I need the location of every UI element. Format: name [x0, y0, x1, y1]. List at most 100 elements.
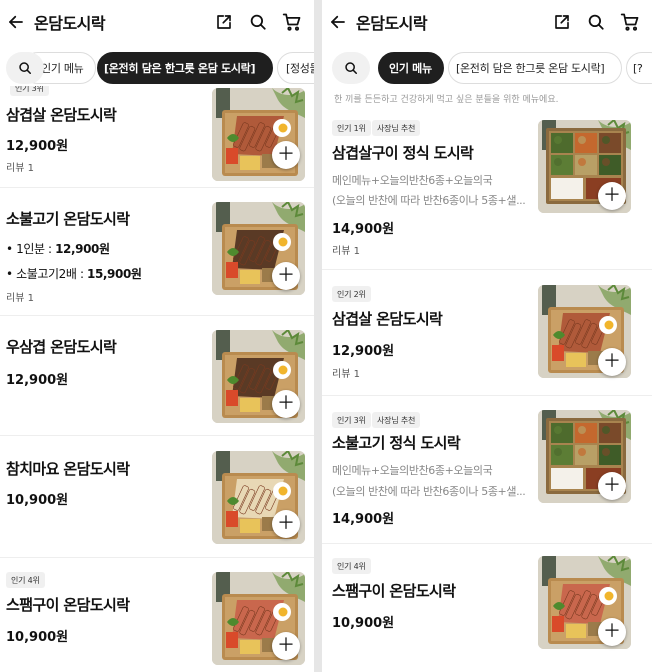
option-price: 12,900원 [55, 242, 110, 256]
menu-item[interactable]: 참치마요 온담도시락 10,900원 ＋ [0, 436, 314, 558]
plus-icon: ＋ [603, 351, 621, 372]
left-screen: 인기 3위 삼겹살 온담도시락 12,900원 리뷰 1 ＋ 소불고기 온담도시… [0, 0, 314, 672]
back-button[interactable] [324, 8, 352, 36]
menu-item-review-count: 리뷰 1 [332, 246, 360, 257]
search-icon [19, 62, 32, 75]
menu-item-name: 스팸구이 온담도시락 [332, 582, 456, 600]
plus-icon: ＋ [277, 144, 295, 165]
menu-item[interactable]: 삼겹살 온담도시락 12,900원 리뷰 1 ＋ [0, 88, 314, 188]
tab-next-category[interactable]: [? [626, 52, 652, 84]
menu-item-price: 14,900원 [332, 512, 395, 527]
menu-item-review-count: 리뷰 1 [6, 163, 34, 174]
screen-divider [314, 0, 322, 672]
search-button[interactable] [582, 8, 610, 36]
plus-icon: ＋ [603, 621, 621, 642]
menu-item-option: • 1인분 : 12,900원 [6, 240, 110, 257]
menu-item-description: 메인메뉴+오늘의반찬6종+오늘의국 [332, 174, 493, 187]
menu-item-price: 12,900원 [332, 344, 395, 359]
top-app-bar: 온담도시락 [322, 0, 652, 44]
plus-icon: ＋ [277, 635, 295, 656]
share-button[interactable] [548, 8, 576, 36]
popularity-badge: 인기 4위 [6, 572, 45, 588]
add-to-cart-button[interactable]: ＋ [272, 510, 300, 538]
cart-icon [620, 13, 639, 31]
menu-item-price: 10,900원 [6, 493, 69, 508]
menu-item-name: 소불고기 온담도시락 [6, 210, 130, 228]
add-to-cart-button[interactable]: ＋ [272, 262, 300, 290]
popularity-badge: 인기 2위 [332, 286, 371, 302]
top-app-bar: 온담도시락 [0, 0, 314, 44]
share-icon [217, 15, 231, 29]
add-to-cart-button[interactable]: ＋ [598, 348, 626, 376]
menu-item-price: 14,900원 [332, 222, 395, 237]
menu-item-description: (오늘의 반찬에 따라 반찬6종이나 5종+샐... [332, 485, 526, 498]
plus-icon: ＋ [277, 393, 295, 414]
right-screen: 한 끼를 든든하고 건강하게 먹고 싶은 분들을 위한 메뉴에요. 인기 1위 … [322, 0, 652, 672]
menu-item-option: • 소불고기2배 : 15,900원 [6, 265, 142, 282]
menu-item[interactable]: 인기 3위 사장님 추천 소불고기 정식 도시락 메인메뉴+오늘의반찬6종+오늘… [322, 396, 652, 544]
menu-list: 인기 3위 삼겹살 온담도시락 12,900원 리뷰 1 ＋ 소불고기 온담도시… [0, 0, 314, 672]
menu-item-review-count: 리뷰 1 [6, 293, 34, 304]
arrow-left-icon [331, 15, 345, 29]
plus-icon: ＋ [277, 265, 295, 286]
menu-item[interactable]: 인기 1위 사장님 추천 삼겹살구이 정식 도시락 메인메뉴+오늘의반찬6종+오… [322, 104, 652, 270]
plus-icon: ＋ [603, 185, 621, 206]
menu-item-price: 10,900원 [332, 616, 395, 631]
menu-item-name: 참치마요 온담도시락 [6, 460, 130, 478]
add-to-cart-button[interactable]: ＋ [598, 182, 626, 210]
tab-next-category[interactable]: [정성들 [277, 52, 314, 84]
category-tabs: 인기 메뉴 [온전히 담은 한그릇 온담 도시락] [? [322, 50, 652, 86]
menu-item-price: 12,900원 [6, 373, 69, 388]
plus-icon: ＋ [277, 513, 295, 534]
menu-item-price: 10,900원 [6, 630, 69, 645]
menu-item-price: 12,900원 [6, 139, 69, 154]
tab-ondam-dosirak[interactable]: [온전히 담은 한그릇 온담 도시락] [448, 52, 622, 84]
tab-popular-menu[interactable]: 인기 메뉴 [378, 52, 444, 84]
menu-item[interactable]: 소불고기 온담도시락 • 1인분 : 12,900원 • 소불고기2배 : 15… [0, 188, 314, 316]
menu-item-name: 삼겹살 온담도시락 [332, 310, 443, 328]
menu-item-description: (오늘의 반찬에 따라 반찬6종이나 5종+샐... [332, 194, 526, 207]
popularity-badge: 인기 1위 [332, 120, 371, 136]
add-to-cart-button[interactable]: ＋ [598, 472, 626, 500]
add-to-cart-button[interactable]: ＋ [272, 141, 300, 169]
back-button[interactable] [2, 8, 30, 36]
category-tabs: 인기 메뉴 [온전히 담은 한그릇 온담 도시락] [정성들 [0, 50, 314, 86]
share-button[interactable] [210, 8, 238, 36]
cart-button[interactable] [278, 8, 306, 36]
page-title: 온담도시락 [356, 14, 428, 33]
menu-item[interactable]: 인기 2위 삼겹살 온담도시락 12,900원 리뷰 1 ＋ [322, 270, 652, 396]
share-icon [555, 15, 569, 29]
menu-item-name: 소불고기 정식 도시락 [332, 434, 461, 452]
menu-item[interactable]: 인기 4위 스팸구이 온담도시락 10,900원 ＋ [322, 544, 652, 672]
owner-pick-badge: 사장님 추천 [372, 120, 421, 136]
search-icon [345, 62, 358, 75]
option-price: 15,900원 [87, 267, 142, 281]
search-icon [250, 14, 266, 30]
menu-item-name: 우삼겹 온담도시락 [6, 338, 117, 356]
menu-search-button[interactable] [332, 52, 370, 84]
menu-item-name: 삼겹살 온담도시락 [6, 106, 117, 124]
menu-item-name: 스팸구이 온담도시락 [6, 596, 130, 614]
add-to-cart-button[interactable]: ＋ [272, 632, 300, 660]
option-label: • 소불고기2배 : [6, 267, 87, 281]
menu-item-name: 삼겹살구이 정식 도시락 [332, 144, 474, 162]
menu-item[interactable]: 인기 4위 스팸구이 온담도시락 10,900원 ＋ [0, 558, 314, 672]
add-to-cart-button[interactable]: ＋ [598, 618, 626, 646]
popularity-badge: 인기 3위 [332, 412, 371, 428]
search-icon [588, 14, 604, 30]
cart-icon [282, 13, 301, 31]
tab-ondam-dosirak[interactable]: [온전히 담은 한그릇 온담 도시락] [97, 52, 273, 84]
menu-item-description: 메인메뉴+오늘의반찬6종+오늘의국 [332, 464, 493, 477]
option-label: • 1인분 : [6, 242, 56, 256]
cart-button[interactable] [616, 8, 644, 36]
page-title: 온담도시락 [34, 14, 106, 33]
add-to-cart-button[interactable]: ＋ [272, 390, 300, 418]
menu-item[interactable]: 우삼겹 온담도시락 12,900원 ＋ [0, 316, 314, 436]
menu-list: 한 끼를 든든하고 건강하게 먹고 싶은 분들을 위한 메뉴에요. 인기 1위 … [322, 0, 652, 672]
menu-search-button[interactable] [6, 52, 44, 84]
search-button[interactable] [244, 8, 272, 36]
arrow-left-icon [9, 15, 23, 29]
plus-icon: ＋ [603, 475, 621, 496]
popularity-badge: 인기 4위 [332, 558, 371, 574]
menu-item-review-count: 리뷰 1 [332, 369, 360, 380]
